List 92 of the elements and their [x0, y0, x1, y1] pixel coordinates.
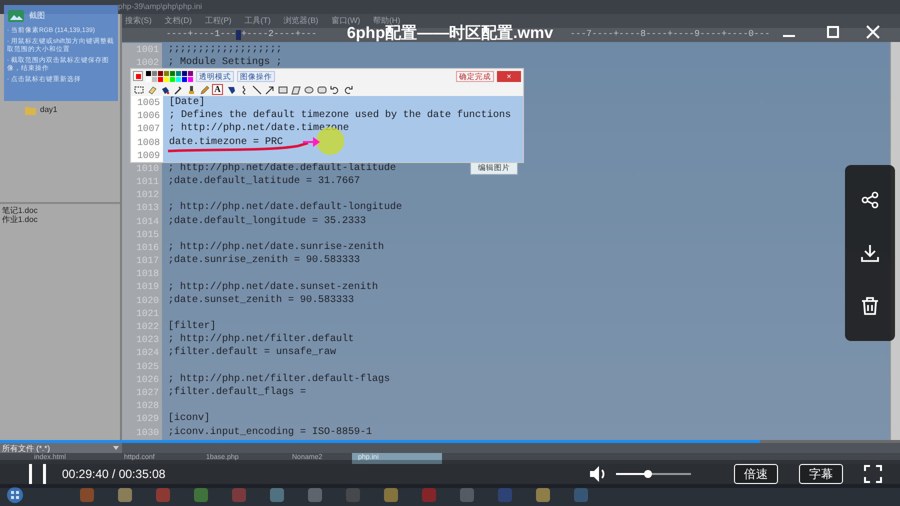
ruler-text: ----+----1--- [166, 28, 236, 42]
code-line: ;date.default_latitude = 31.7667 [167, 175, 360, 188]
ruler-text: ---7----+----8----+----9----+----0--- [570, 28, 770, 42]
tip-title: 截图 [29, 10, 45, 22]
menu-item[interactable]: 窗口(W) [331, 15, 360, 27]
arrow-icon[interactable] [265, 84, 275, 94]
color-swatch[interactable] [158, 70, 163, 76]
eyedropper-icon[interactable] [173, 84, 183, 94]
subtitle-button[interactable]: 字幕 [799, 464, 843, 484]
color-swatch[interactable] [170, 76, 175, 82]
code-line: ; http://php.net/date.sunrise-zenith [167, 240, 384, 254]
fullscreen-button[interactable] [864, 465, 882, 483]
color-swatch[interactable] [176, 70, 181, 76]
progress-track[interactable] [0, 440, 900, 443]
code-line: [filter] [167, 320, 216, 334]
menu-item[interactable]: 浏览器(B) [284, 15, 318, 27]
color-swatch[interactable] [170, 70, 175, 76]
code-line: ;date.default_longitude = 35.2333 [167, 214, 366, 228]
color-swatch[interactable] [146, 70, 151, 76]
picture-icon [7, 8, 25, 24]
color-swatch[interactable] [152, 76, 157, 82]
color-swatch[interactable] [152, 70, 157, 76]
code-line: ;iconv.input_encoding = ISO-8859-1 [167, 426, 372, 439]
code-line: ;filter.default = unsafe_raw [167, 346, 336, 360]
code-line: [iconv] [167, 412, 210, 426]
color-swatch[interactable] [158, 76, 163, 82]
start-icon[interactable] [6, 486, 24, 504]
line-number: 1006 [131, 109, 163, 122]
code-line: ;date.sunset_zenith = 90.583333 [167, 294, 354, 307]
code-line: ; http://php.net/filter.default-flags [167, 372, 390, 386]
color-swatch[interactable] [146, 76, 151, 82]
menu-item[interactable]: 工程(P) [204, 15, 232, 27]
file-filter-dropdown[interactable]: 所有文件 (*.*) [0, 443, 122, 453]
menu-item[interactable]: 搜索(S) [125, 15, 152, 27]
line-number: 1007 [131, 122, 163, 136]
code-line: date.timezone = PRC [168, 136, 284, 149]
code-line: ;filter.default_flags = [167, 386, 306, 400]
selection-icon[interactable] [134, 84, 144, 94]
color-swatch[interactable] [188, 76, 193, 82]
app-icon[interactable] [116, 486, 134, 504]
color-swatch[interactable] [176, 76, 181, 82]
download-icon[interactable] [861, 244, 879, 262]
code-line: ;date.sunrise_zenith = 90.583333 [167, 254, 360, 268]
app-icon[interactable] [268, 486, 286, 504]
window-title: php-39\amp\php\php.ini [118, 1, 202, 13]
rounded-rectangle-icon[interactable] [317, 84, 327, 94]
paint-bucket-icon[interactable] [160, 84, 170, 94]
code-line: ; http://php.net/date.default-latitude [167, 162, 396, 175]
code-line: ; http://php.net/filter.default [167, 333, 354, 346]
color-swatch[interactable] [164, 76, 169, 82]
redo-icon[interactable] [343, 84, 353, 94]
share-icon[interactable] [861, 190, 879, 209]
video-title: 6php配置——时区配置.wmv [346, 24, 554, 44]
color-swatch[interactable] [188, 70, 193, 76]
playback-time: 00:29:40 / 00:35:08 [62, 466, 166, 483]
ruler-text: +----2----+--- [241, 28, 317, 42]
menu-item[interactable]: 工具(T) [244, 15, 271, 27]
line-number: 1008 [131, 136, 163, 149]
color-swatch[interactable] [164, 70, 169, 76]
code-line: ;;;;;;;;;;;;;;;;;;; [167, 43, 282, 56]
app-icon[interactable] [306, 486, 324, 504]
menu-item[interactable]: 文档(D) [164, 15, 192, 27]
close-button[interactable] [866, 25, 880, 39]
line-number: 1009 [131, 148, 163, 162]
line-number: 1005 [131, 96, 163, 110]
code-line: ; http://php.net/date.default-longitude [167, 201, 402, 214]
delete-icon[interactable] [861, 297, 879, 316]
ruler-marker [236, 30, 242, 40]
undo-icon[interactable] [330, 84, 340, 94]
folder-name[interactable]: day1 [40, 104, 58, 116]
code-line: ; Module Settings ; [167, 56, 282, 70]
text-tool-button[interactable]: A [212, 84, 223, 95]
line-icon[interactable] [252, 84, 262, 94]
code-line: ; Defines the default timezone used by the date functions [168, 109, 512, 122]
ellipse-icon[interactable] [304, 84, 314, 94]
color-swatch[interactable] [182, 76, 187, 82]
app-icon[interactable] [382, 486, 400, 504]
color-swatch[interactable] [182, 70, 187, 76]
marker-icon[interactable] [186, 84, 196, 94]
app-icon[interactable] [192, 486, 210, 504]
folder-icon [24, 104, 37, 116]
app-icon[interactable] [534, 486, 552, 504]
volume-icon[interactable] [589, 465, 606, 483]
maximize-button[interactable] [827, 26, 839, 38]
rectangle-icon[interactable] [278, 84, 288, 94]
file-name[interactable]: 笔记1.doc [2, 206, 120, 215]
file-name[interactable]: 作业1.doc [2, 215, 120, 224]
code-line: ; http://php.net/date.sunset-zenith [167, 280, 378, 294]
pause-button[interactable] [29, 464, 46, 484]
speed-button[interactable]: 倍速 [734, 464, 778, 484]
close-button[interactable]: × [497, 70, 521, 82]
code-line: [Date] [168, 96, 206, 110]
